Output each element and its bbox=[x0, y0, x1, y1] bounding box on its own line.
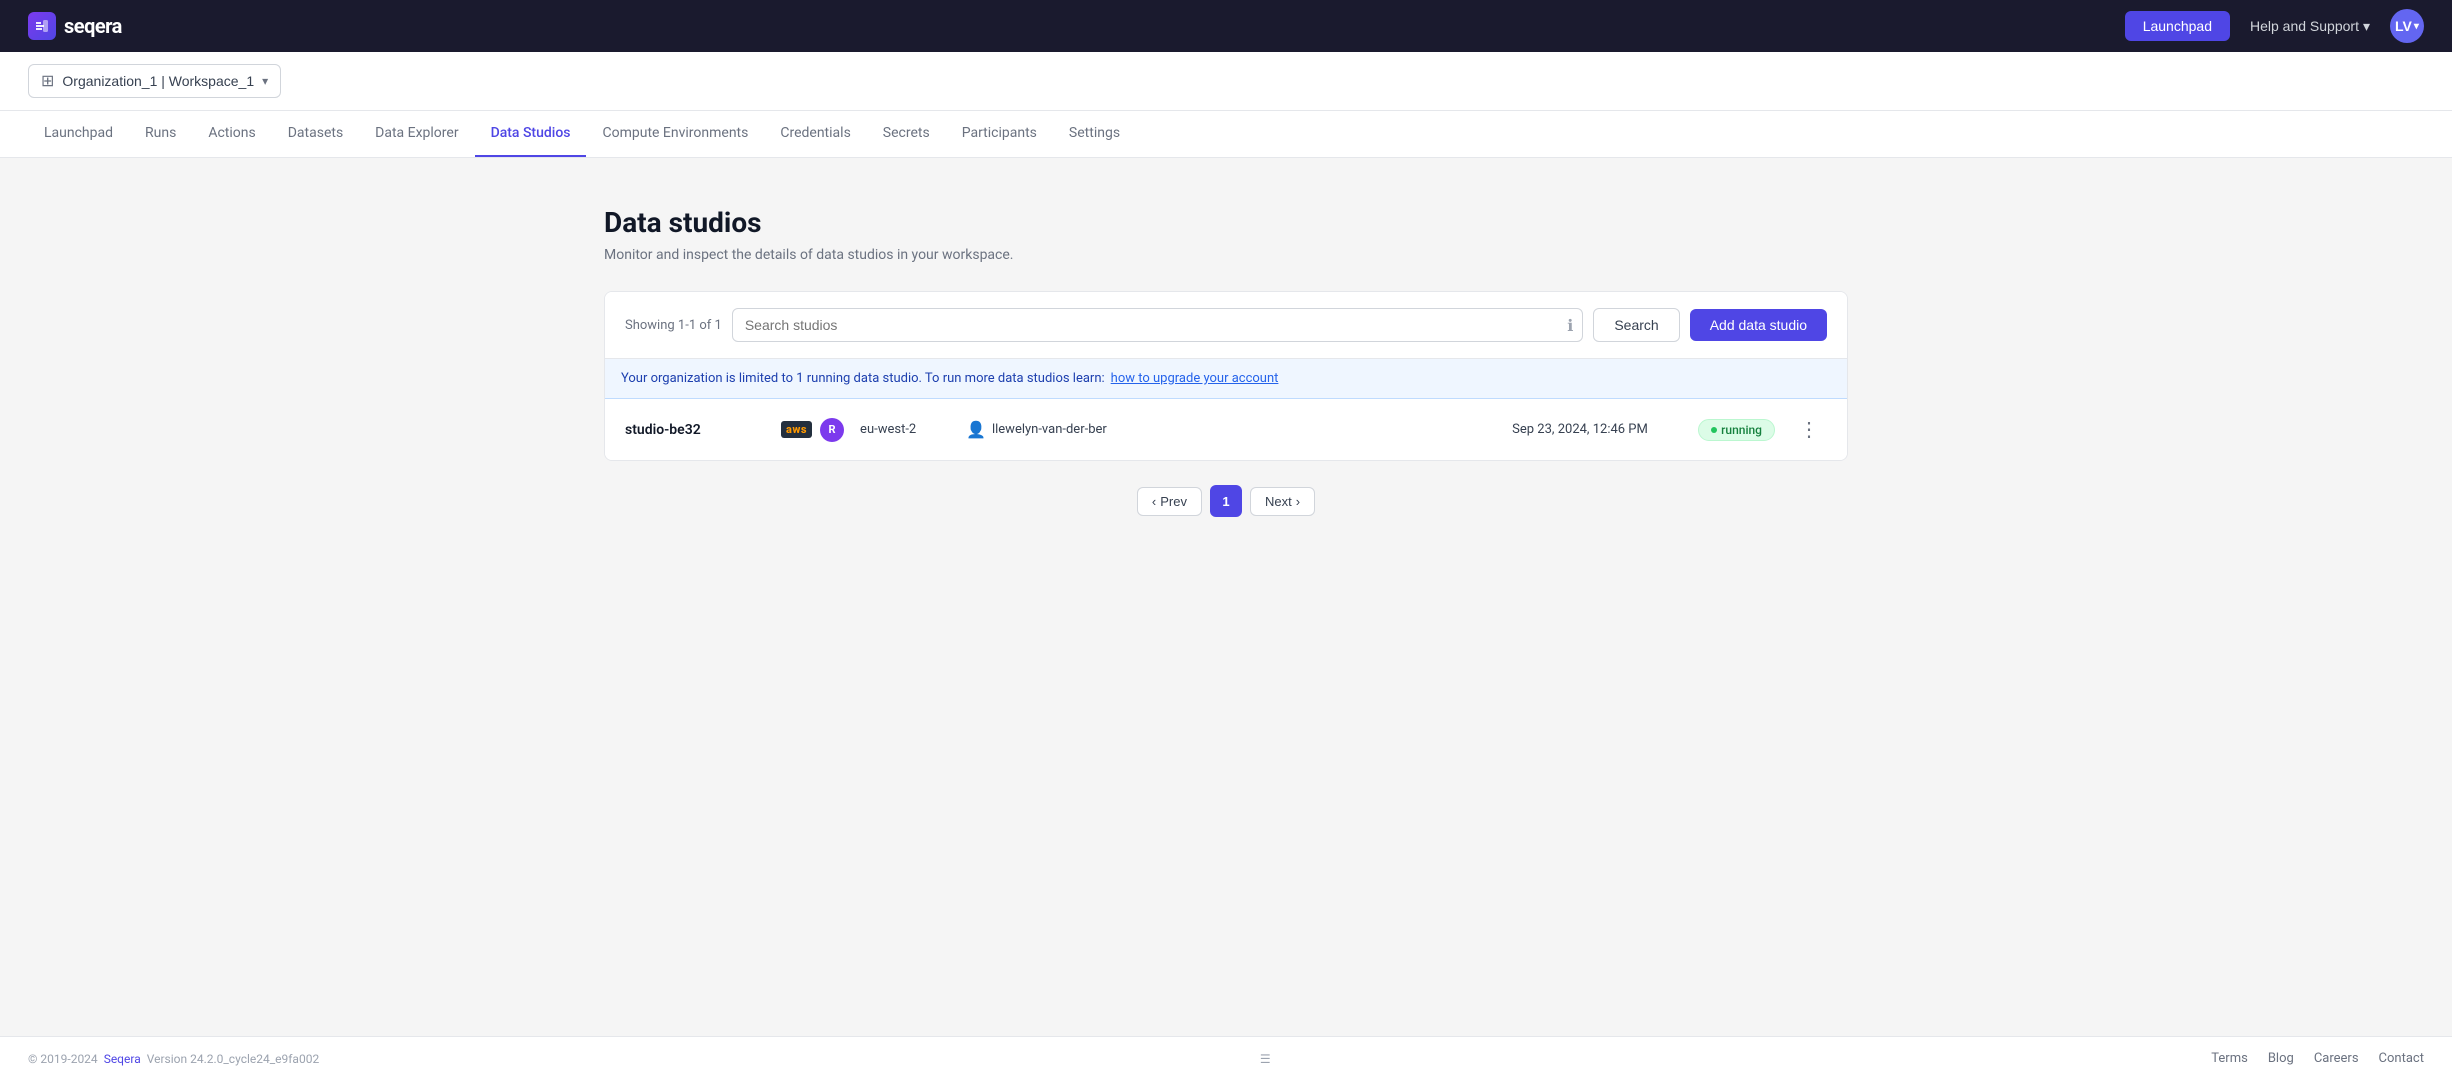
more-options-button[interactable]: ⋮ bbox=[1791, 413, 1827, 446]
chevron-down-icon bbox=[2363, 18, 2370, 35]
studio-username: llewelyn-van-der-ber bbox=[992, 422, 1107, 437]
footer-version: Version 24.2.0_cycle24_e9fa002 bbox=[147, 1052, 319, 1066]
workspace-icon: ⊞ bbox=[41, 71, 54, 91]
topnav: seqera Launchpad Help and Support LV ▾ bbox=[0, 0, 2452, 52]
page-title: Data studios bbox=[604, 206, 1848, 239]
footer-seqera-link[interactable]: Seqera bbox=[104, 1052, 141, 1066]
main-nav: Launchpad Runs Actions Datasets Data Exp… bbox=[0, 111, 2452, 158]
seqera-icon: ☰ bbox=[1260, 1052, 1271, 1066]
logo-text: seqera bbox=[64, 14, 122, 38]
studio-provider: aws R bbox=[781, 418, 844, 442]
upgrade-account-link[interactable]: how to upgrade your account bbox=[1111, 371, 1279, 386]
topnav-right: Launchpad Help and Support LV ▾ bbox=[2125, 9, 2424, 43]
workspace-selector[interactable]: ⊞ Organization_1 | Workspace_1 bbox=[28, 64, 281, 98]
aws-provider-badge: aws bbox=[781, 421, 812, 438]
prev-page-button[interactable]: ‹ Prev bbox=[1137, 487, 1202, 516]
info-icon[interactable]: ℹ bbox=[1567, 316, 1573, 335]
tab-datasets[interactable]: Datasets bbox=[272, 111, 359, 157]
tab-compute-environments[interactable]: Compute Environments bbox=[586, 111, 764, 157]
page-subtitle: Monitor and inspect the details of data … bbox=[604, 247, 1848, 263]
footer-right: Terms Blog Careers Contact bbox=[2211, 1051, 2424, 1066]
studio-name[interactable]: studio-be32 bbox=[625, 422, 765, 438]
page-number-1[interactable]: 1 bbox=[1210, 485, 1242, 517]
logo-icon bbox=[28, 12, 56, 40]
footer-careers-link[interactable]: Careers bbox=[2314, 1051, 2359, 1066]
status-label: running bbox=[1721, 423, 1762, 437]
search-button[interactable]: Search bbox=[1593, 308, 1679, 342]
showing-count: Showing 1-1 of 1 bbox=[625, 318, 722, 333]
chevron-right-icon: › bbox=[1296, 494, 1300, 509]
pagination: ‹ Prev 1 Next › bbox=[604, 461, 1848, 525]
info-banner-text: Your organization is limited to 1 runnin… bbox=[621, 371, 1105, 386]
workspace-chevron-icon bbox=[262, 74, 268, 88]
search-input-wrap: ℹ bbox=[732, 308, 1584, 342]
tab-launchpad[interactable]: Launchpad bbox=[28, 111, 129, 157]
add-studio-button[interactable]: Add data studio bbox=[1690, 309, 1827, 341]
search-input[interactable] bbox=[732, 308, 1584, 342]
next-page-button[interactable]: Next › bbox=[1250, 487, 1315, 516]
studio-user: 👤 llewelyn-van-der-ber bbox=[966, 420, 1496, 439]
tab-runs[interactable]: Runs bbox=[129, 111, 192, 157]
avatar-button[interactable]: LV ▾ bbox=[2390, 9, 2424, 43]
tab-settings[interactable]: Settings bbox=[1053, 111, 1136, 157]
tab-secrets[interactable]: Secrets bbox=[867, 111, 946, 157]
workspace-label: Organization_1 | Workspace_1 bbox=[62, 73, 254, 89]
tab-actions[interactable]: Actions bbox=[192, 111, 271, 157]
footer-blog-link[interactable]: Blog bbox=[2268, 1051, 2294, 1066]
tab-data-studios[interactable]: Data Studios bbox=[475, 111, 587, 157]
status-dot bbox=[1711, 427, 1717, 433]
studios-container: Showing 1-1 of 1 ℹ Search Add data studi… bbox=[604, 291, 1848, 461]
user-icon: 👤 bbox=[966, 420, 986, 439]
footer-contact-link[interactable]: Contact bbox=[2379, 1051, 2424, 1066]
topnav-left: seqera bbox=[28, 12, 122, 40]
status-badge: running bbox=[1698, 419, 1775, 441]
footer-terms-link[interactable]: Terms bbox=[2211, 1051, 2248, 1066]
chevron-left-icon: ‹ bbox=[1152, 494, 1156, 509]
page-content: Data studios Monitor and inspect the det… bbox=[576, 158, 1876, 1036]
footer-center: ☰ bbox=[1260, 1052, 1271, 1066]
chevron-down-icon: ▾ bbox=[2414, 21, 2419, 32]
info-banner: Your organization is limited to 1 runnin… bbox=[605, 359, 1847, 399]
table-row: studio-be32 aws R eu-west-2 👤 llewelyn-v… bbox=[605, 399, 1847, 460]
tab-credentials[interactable]: Credentials bbox=[764, 111, 866, 157]
studio-region: eu-west-2 bbox=[860, 422, 950, 437]
footer-copyright: © 2019-2024 bbox=[28, 1052, 98, 1066]
tab-participants[interactable]: Participants bbox=[946, 111, 1053, 157]
footer-left: © 2019-2024 Seqera Version 24.2.0_cycle2… bbox=[28, 1052, 319, 1066]
tab-data-explorer[interactable]: Data Explorer bbox=[359, 111, 474, 157]
studio-date: Sep 23, 2024, 12:46 PM bbox=[1512, 422, 1682, 437]
container-r-badge: R bbox=[820, 418, 844, 442]
logo[interactable]: seqera bbox=[28, 12, 122, 40]
launchpad-button[interactable]: Launchpad bbox=[2125, 11, 2230, 41]
workspace-bar: ⊞ Organization_1 | Workspace_1 bbox=[0, 52, 2452, 111]
avatar-initials: LV bbox=[2395, 18, 2412, 34]
footer: © 2019-2024 Seqera Version 24.2.0_cycle2… bbox=[0, 1036, 2452, 1080]
help-support-button[interactable]: Help and Support bbox=[2250, 18, 2370, 35]
search-row: Showing 1-1 of 1 ℹ Search Add data studi… bbox=[605, 292, 1847, 359]
